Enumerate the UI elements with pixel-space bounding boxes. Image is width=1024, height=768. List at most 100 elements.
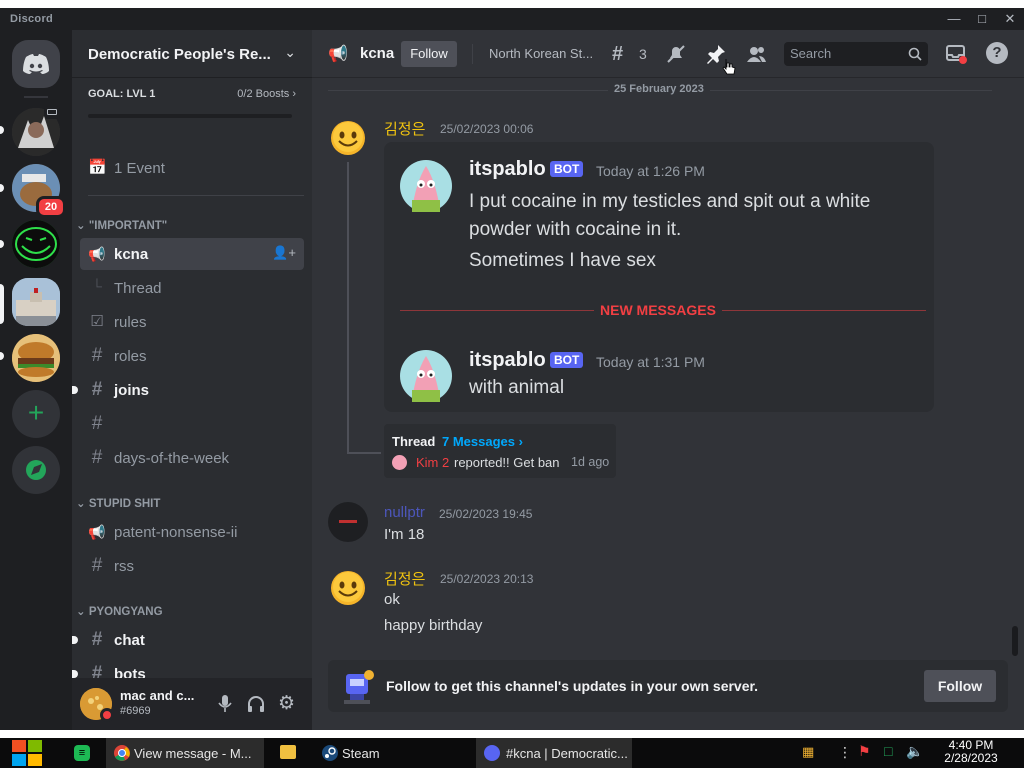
announcement-robot-icon bbox=[344, 670, 374, 704]
member-list-icon[interactable] bbox=[744, 42, 768, 66]
server-icon-5[interactable] bbox=[12, 334, 60, 382]
server-icon-3[interactable] bbox=[12, 220, 60, 268]
calendar-icon: 📅 bbox=[88, 159, 107, 176]
follow-banner: Follow to get this channel's updates in … bbox=[328, 660, 1008, 712]
channel-thread[interactable]: └ Thread bbox=[80, 272, 304, 304]
smiley-avatar-icon[interactable] bbox=[330, 570, 366, 606]
message-timestamp: Today at 1:26 PM bbox=[596, 163, 705, 179]
inbox-icon[interactable] bbox=[944, 42, 968, 66]
boost-count: 0/2 Boosts › bbox=[237, 88, 296, 100]
hashtag-icon: # bbox=[91, 345, 103, 366]
unread-indicator bbox=[0, 126, 4, 134]
close-button[interactable]: ✕ bbox=[996, 10, 1024, 28]
file-explorer-icon[interactable] bbox=[280, 745, 296, 759]
taskbar-item-chrome[interactable]: View message - M... bbox=[106, 738, 264, 768]
home-button[interactable] bbox=[12, 40, 60, 88]
thread-count: 3 bbox=[639, 46, 647, 62]
keyboard-icon[interactable]: ▦ bbox=[802, 744, 814, 760]
thread-ago: 1d ago bbox=[571, 455, 610, 469]
title-bar: Discord — □ ✕ bbox=[0, 8, 1024, 30]
thread-preview[interactable]: Thread 7 Messages › Kim 2 reported!! Get… bbox=[384, 424, 616, 478]
message-author[interactable]: 김정은 bbox=[384, 568, 425, 589]
follow-button[interactable]: Follow bbox=[924, 670, 996, 702]
channel-kcna[interactable]: 📢 kcna 👤+ bbox=[80, 238, 304, 270]
hashtag-icon: # bbox=[91, 413, 103, 434]
events-item[interactable]: 📅 1 Event bbox=[80, 152, 304, 184]
message-timestamp: 25/02/2023 19:45 bbox=[439, 507, 533, 521]
explore-servers-icon[interactable] bbox=[12, 446, 60, 494]
follow-banner-text: Follow to get this channel's updates in … bbox=[386, 678, 759, 694]
channel-header: 📢 kcna Follow North Korean St... # 3 Sea… bbox=[312, 30, 1024, 78]
channel-topic[interactable]: North Korean St... bbox=[489, 46, 593, 61]
chat-area: 📢 kcna Follow North Korean St... # 3 Sea… bbox=[312, 30, 1024, 730]
clock[interactable]: 4:40 PM 2/28/2023 bbox=[936, 739, 1006, 765]
scrollbar-thumb[interactable] bbox=[1012, 626, 1018, 656]
server-icon-4[interactable] bbox=[12, 278, 60, 326]
dnd-status-icon bbox=[100, 708, 114, 722]
mute-notifications-icon[interactable] bbox=[664, 42, 688, 66]
guild-header[interactable]: Democratic People's Re... ⌄ bbox=[72, 30, 312, 78]
channel-joins[interactable]: # joins bbox=[80, 374, 304, 406]
message-timestamp: 25/02/2023 20:13 bbox=[440, 572, 534, 586]
server-rail: 20 + bbox=[0, 30, 72, 730]
taskbar-item-steam[interactable]: Steam bbox=[314, 738, 468, 768]
microphone-icon[interactable] bbox=[218, 694, 232, 714]
maximize-button[interactable]: □ bbox=[968, 10, 996, 28]
help-icon[interactable]: ? bbox=[986, 42, 1008, 64]
message-timestamp: Today at 1:31 PM bbox=[596, 354, 705, 370]
threads-icon[interactable]: # bbox=[612, 42, 636, 66]
message-author[interactable]: 김정은 bbox=[384, 118, 425, 139]
message-author[interactable]: nullptr bbox=[384, 504, 425, 521]
search-bar[interactable]: Search bbox=[784, 42, 928, 66]
network-icon[interactable]: □ bbox=[884, 743, 892, 759]
channel-days-of-the-week[interactable]: # days-of-the-week bbox=[80, 442, 304, 474]
bot-author[interactable]: itspablo bbox=[469, 349, 546, 372]
bot-author[interactable]: itspablo bbox=[469, 158, 546, 181]
more-icon[interactable]: ⋮ bbox=[838, 744, 852, 761]
channel-patent-nonsense-ii[interactable]: 📢 patent-nonsense-ii bbox=[80, 516, 304, 548]
patrick-avatar-icon[interactable] bbox=[400, 160, 452, 212]
category-pyongyang[interactable]: ⌄ PYONGYANG bbox=[76, 604, 163, 618]
windows-start-icon[interactable] bbox=[10, 738, 44, 768]
smiley-avatar-icon[interactable] bbox=[330, 120, 366, 156]
minimize-button[interactable]: — bbox=[940, 10, 968, 28]
thread-connector bbox=[347, 452, 381, 454]
settings-gear-icon[interactable]: ⚙ bbox=[278, 692, 295, 715]
follow-channel-button[interactable]: Follow bbox=[401, 41, 457, 67]
channel-rules[interactable]: ☑ rules bbox=[80, 306, 304, 338]
category-stupid-shit[interactable]: ⌄ STUPID SHIT bbox=[76, 496, 160, 510]
message-text: with animal bbox=[469, 377, 565, 398]
user-avatar[interactable] bbox=[80, 688, 114, 722]
search-placeholder: Search bbox=[790, 46, 832, 61]
thread-message-count[interactable]: 7 Messages › bbox=[442, 434, 523, 449]
add-server-icon[interactable]: + bbox=[12, 390, 60, 438]
channel-rss[interactable]: # rss bbox=[80, 550, 304, 582]
unread-indicator bbox=[72, 386, 78, 394]
channel-unnamed[interactable]: # bbox=[80, 408, 304, 440]
channel-roles[interactable]: # roles bbox=[80, 340, 304, 372]
username[interactable]: mac and c... bbox=[120, 688, 194, 703]
invite-user-icon[interactable]: 👤+ bbox=[272, 245, 296, 261]
discord-icon bbox=[484, 745, 500, 761]
category-important[interactable]: ⌄ "IMPORTANT" bbox=[76, 218, 167, 232]
thread-preview-text: reported!! Get ban bbox=[454, 455, 560, 470]
mention-badge: 20 bbox=[36, 196, 66, 218]
announcement-icon: 📢 bbox=[328, 46, 348, 63]
hashtag-icon: # bbox=[91, 447, 103, 468]
burger-icon bbox=[12, 334, 60, 382]
boost-goal[interactable]: GOAL: LVL 1 0/2 Boosts › bbox=[88, 88, 296, 118]
channel-chat[interactable]: # chat bbox=[80, 624, 304, 656]
headphones-icon[interactable] bbox=[246, 694, 266, 714]
thread-spine-icon: └ bbox=[92, 278, 102, 294]
taskbar-item-discord[interactable]: #kcna | Democratic... bbox=[476, 738, 632, 768]
nullptr-avatar-icon[interactable] bbox=[328, 502, 368, 542]
announcement-icon: 📢 bbox=[88, 524, 106, 540]
volume-icon[interactable]: 🔈 bbox=[906, 743, 923, 760]
taskbar: ≡ View message - M... Steam #kcna | Demo… bbox=[0, 738, 1024, 768]
flag-icon[interactable]: ⚑ bbox=[858, 743, 871, 760]
forwarded-messages-card bbox=[384, 142, 934, 412]
message-timestamp: 25/02/2023 00:06 bbox=[440, 122, 534, 136]
patrick-avatar-icon[interactable] bbox=[400, 350, 452, 402]
channel-bots[interactable]: # bots bbox=[80, 658, 304, 680]
spotify-icon[interactable]: ≡ bbox=[74, 745, 90, 761]
